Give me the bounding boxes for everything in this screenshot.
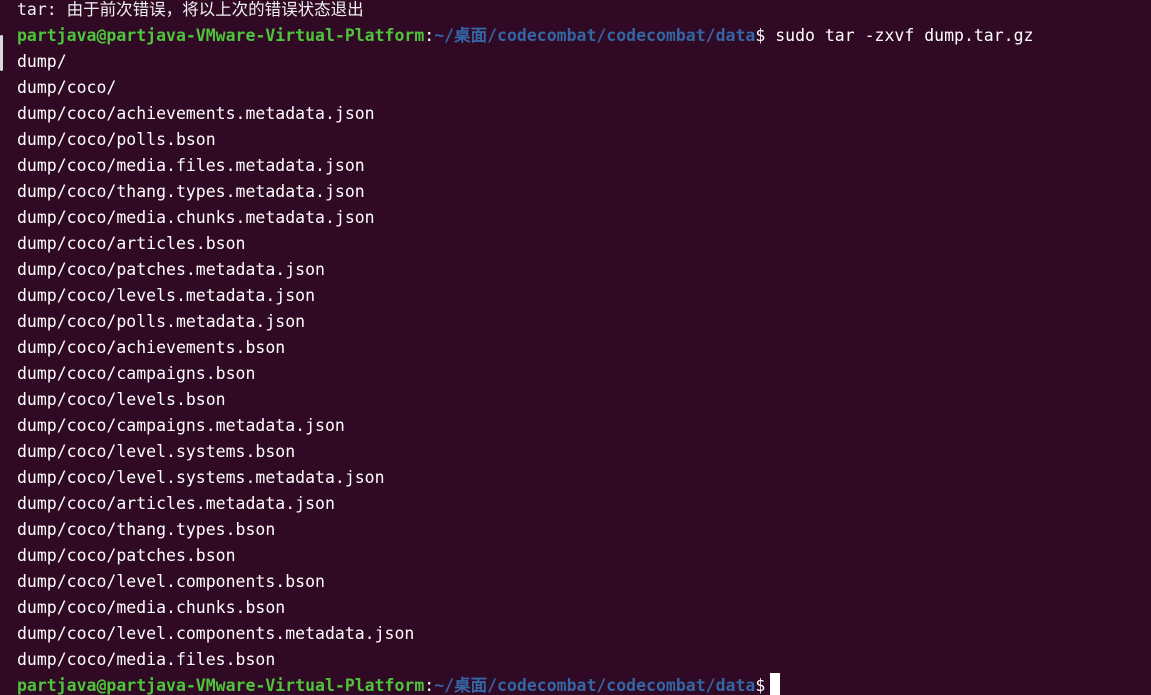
scroll-indicator (0, 35, 3, 71)
command-text: sudo tar -zxvf dump.tar.gz (765, 26, 1034, 45)
output-line: dump/coco/media.chunks.bson (17, 598, 286, 617)
output-line: dump/coco/thang.types.bson (17, 520, 276, 539)
text-cursor[interactable] (770, 673, 781, 695)
prompt-dollar: $ (755, 26, 766, 45)
prompt-user-host: partjava@partjava-VMware-Virtual-Platfor… (17, 676, 425, 695)
output-line: dump/coco/level.components.bson (17, 572, 325, 591)
output-line: dump/coco/level.components.metadata.json (17, 624, 415, 643)
output-line: dump/coco/level.systems.bson (17, 442, 296, 461)
terminal-window[interactable]: tar: 由于前次错误，将以上次的错误状态退出 partjava@partjav… (0, 0, 1151, 695)
output-line: dump/coco/articles.bson (17, 234, 246, 253)
output-line: dump/coco/thang.types.metadata.json (17, 182, 365, 201)
output-line: dump/coco/ (17, 78, 117, 97)
output-line: dump/coco/media.files.metadata.json (17, 156, 365, 175)
output-line: dump/coco/campaigns.metadata.json (17, 416, 345, 435)
prompt-dollar: $ (755, 676, 766, 695)
output-line: dump/coco/media.chunks.metadata.json (17, 208, 375, 227)
error-message-line: tar: 由于前次错误，将以上次的错误状态退出 (17, 0, 364, 19)
output-line: dump/coco/polls.bson (17, 130, 216, 149)
output-line: dump/coco/achievements.bson (17, 338, 286, 357)
output-line: dump/coco/patches.bson (17, 546, 236, 565)
active-prompt-line[interactable]: partjava@partjava-VMware-Virtual-Platfor… (17, 673, 1151, 695)
output-line: dump/coco/levels.metadata.json (17, 286, 316, 305)
prompt-path: ~/桌面/codecombat/codecombat/data (434, 676, 756, 695)
prompt-path: ~/桌面/codecombat/codecombat/data (434, 26, 756, 45)
prompt-colon: : (424, 26, 435, 45)
prompt-user-host: partjava@partjava-VMware-Virtual-Platfor… (17, 26, 425, 45)
output-line: dump/coco/campaigns.bson (17, 364, 256, 383)
output-line: dump/coco/polls.metadata.json (17, 312, 306, 331)
output-line: dump/ (17, 52, 67, 71)
terminal-output: tar: 由于前次错误，将以上次的错误状态退出 partjava@partjav… (17, 0, 1151, 695)
output-line: dump/coco/articles.metadata.json (17, 494, 335, 513)
output-line: dump/coco/levels.bson (17, 390, 226, 409)
command-prompt-line: partjava@partjava-VMware-Virtual-Platfor… (17, 23, 1151, 49)
output-line: dump/coco/level.systems.metadata.json (17, 468, 385, 487)
output-line: dump/coco/achievements.metadata.json (17, 104, 375, 123)
tar-output-list: dump/dump/coco/dump/coco/achievements.me… (17, 49, 1151, 673)
prompt-colon: : (424, 676, 435, 695)
output-line: dump/coco/media.files.bson (17, 650, 276, 669)
output-line: dump/coco/patches.metadata.json (17, 260, 325, 279)
